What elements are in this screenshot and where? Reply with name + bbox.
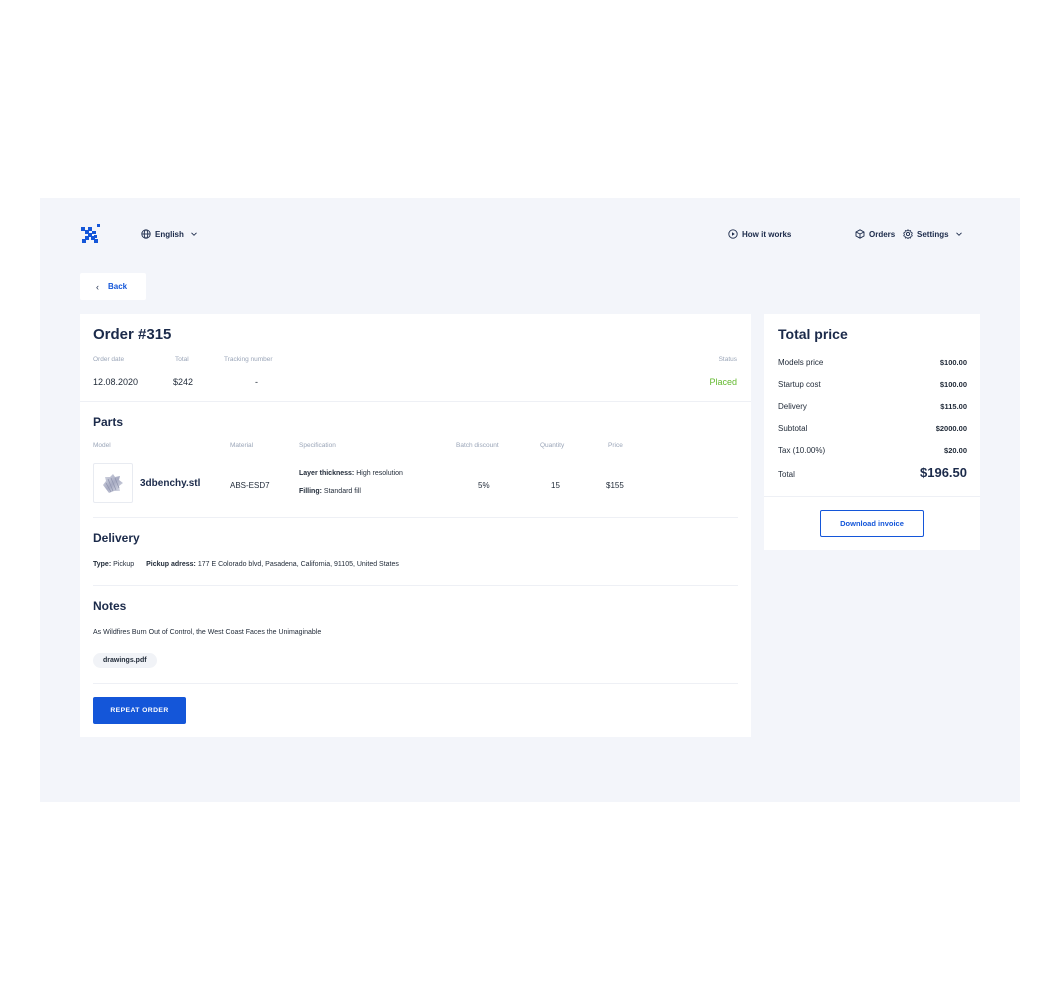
tracking-number-value: - bbox=[255, 377, 258, 387]
language-label: English bbox=[155, 229, 184, 239]
order-total-value: $242 bbox=[173, 377, 194, 387]
gear-icon bbox=[903, 229, 913, 239]
price-row-startup: Startup cost $100.00 bbox=[778, 380, 967, 389]
column-header-price: Price bbox=[608, 442, 623, 449]
spec-value: High resolution bbox=[356, 470, 403, 477]
price-amount: $20.00 bbox=[944, 446, 967, 455]
app-logo-icon[interactable] bbox=[80, 224, 102, 244]
status-badge: Placed bbox=[709, 377, 737, 387]
spec-filling: Filling: Standard fill bbox=[299, 488, 361, 495]
total-price-title: Total price bbox=[778, 326, 848, 342]
total-amount: $196.50 bbox=[920, 465, 967, 480]
pickup-address-value: 177 E Colorado blvd, Pasadena, Californi… bbox=[197, 561, 399, 568]
order-date-label: Order date bbox=[93, 356, 125, 363]
price-row-tax: Tax (10.00%) $20.00 bbox=[778, 446, 967, 455]
price-amount: $100.00 bbox=[939, 380, 967, 389]
batch-discount-value: 5% bbox=[478, 481, 490, 490]
chevron-down-icon bbox=[955, 232, 962, 236]
price-row-models: Models price $100.00 bbox=[778, 358, 967, 367]
order-title: Order #315 bbox=[93, 326, 172, 343]
spec-layer-thickness: Layer thickness: High resolution bbox=[299, 470, 403, 477]
delivery-type-value: Pickup bbox=[113, 561, 135, 568]
language-selector[interactable]: English bbox=[141, 229, 198, 239]
spec-value: Standard fill bbox=[323, 488, 361, 495]
price-amount: $115.00 bbox=[940, 402, 967, 411]
back-label: Back bbox=[108, 282, 128, 291]
price-label: Tax (10.00%) bbox=[778, 446, 826, 455]
delivery-section: Delivery Type: Pickup Pickup adress: 177… bbox=[93, 518, 738, 586]
globe-icon bbox=[141, 229, 151, 239]
price-row-delivery: Delivery $115.00 bbox=[778, 402, 967, 411]
price-label: Models price bbox=[778, 358, 824, 367]
order-header: Order #315 Order date Total Tracking num… bbox=[80, 314, 751, 402]
pickup-address-label: Pickup adress: bbox=[146, 561, 196, 568]
app-frame: English How it works Orders Settings ‹ B… bbox=[40, 198, 1020, 802]
settings-menu[interactable]: Settings bbox=[903, 229, 963, 239]
price-value: $155 bbox=[606, 481, 624, 490]
notes-title: Notes bbox=[93, 599, 127, 613]
column-header-material: Material bbox=[230, 442, 254, 449]
how-it-works-label: How it works bbox=[742, 229, 792, 239]
model-preview-icon bbox=[103, 474, 123, 493]
total-price-card: Total price Models price $100.00 Startup… bbox=[764, 314, 980, 550]
play-circle-icon bbox=[728, 229, 738, 239]
price-row-subtotal: Subtotal $2000.00 bbox=[778, 424, 967, 433]
notes-text: As Wildfires Burn Out of Control, the We… bbox=[93, 629, 322, 636]
column-header-batch-discount: Batch discount bbox=[456, 442, 499, 449]
orders-link[interactable]: Orders bbox=[855, 229, 895, 239]
repeat-order-button[interactable]: REPEAT ORDER bbox=[93, 697, 186, 724]
settings-label: Settings bbox=[917, 229, 949, 239]
chevron-left-icon: ‹ bbox=[96, 281, 99, 292]
model-thumbnail[interactable] bbox=[93, 463, 133, 503]
column-header-specification: Specification bbox=[299, 442, 336, 449]
spec-label: Layer thickness: bbox=[299, 470, 355, 477]
orders-label: Orders bbox=[869, 229, 896, 239]
quantity-value: 15 bbox=[551, 481, 560, 490]
price-amount: $100.00 bbox=[939, 358, 967, 367]
chevron-down-icon bbox=[191, 232, 197, 236]
box-icon bbox=[855, 229, 865, 239]
delivery-details: Type: Pickup Pickup adress: 177 E Colora… bbox=[93, 561, 399, 568]
delivery-title: Delivery bbox=[93, 531, 140, 545]
order-details-card: Order #315 Order date Total Tracking num… bbox=[80, 314, 751, 737]
tracking-number-label: Tracking number bbox=[224, 356, 273, 363]
parts-section: Parts Model Material Specification Batch… bbox=[93, 402, 738, 518]
price-label: Subtotal bbox=[778, 424, 808, 433]
status-label: Status bbox=[718, 356, 737, 363]
spec-label: Filling: bbox=[299, 488, 322, 495]
total-label: Total bbox=[778, 470, 795, 479]
notes-section: Notes As Wildfires Burn Out of Control, … bbox=[93, 586, 738, 684]
download-invoice-button[interactable]: Download invoice bbox=[820, 510, 924, 537]
column-header-quantity: Quantity bbox=[540, 442, 565, 449]
delivery-type-label: Type: bbox=[93, 561, 112, 568]
order-date-value: 12.08.2020 bbox=[93, 377, 139, 387]
model-name[interactable]: 3dbenchy.stl bbox=[140, 478, 200, 489]
price-row-total: Total $196.50 bbox=[778, 465, 967, 480]
price-amount: $2000.00 bbox=[935, 424, 967, 433]
column-header-model: Model bbox=[93, 442, 111, 449]
parts-title: Parts bbox=[93, 415, 124, 429]
divider bbox=[764, 496, 980, 497]
material-value: ABS-ESD7 bbox=[230, 481, 270, 490]
price-label: Startup cost bbox=[778, 380, 821, 389]
attachment-chip[interactable]: drawings.pdf bbox=[93, 653, 157, 668]
order-total-label: Total bbox=[175, 356, 189, 363]
how-it-works-link[interactable]: How it works bbox=[728, 229, 791, 239]
price-label: Delivery bbox=[778, 402, 807, 411]
back-button[interactable]: ‹ Back bbox=[80, 273, 146, 300]
